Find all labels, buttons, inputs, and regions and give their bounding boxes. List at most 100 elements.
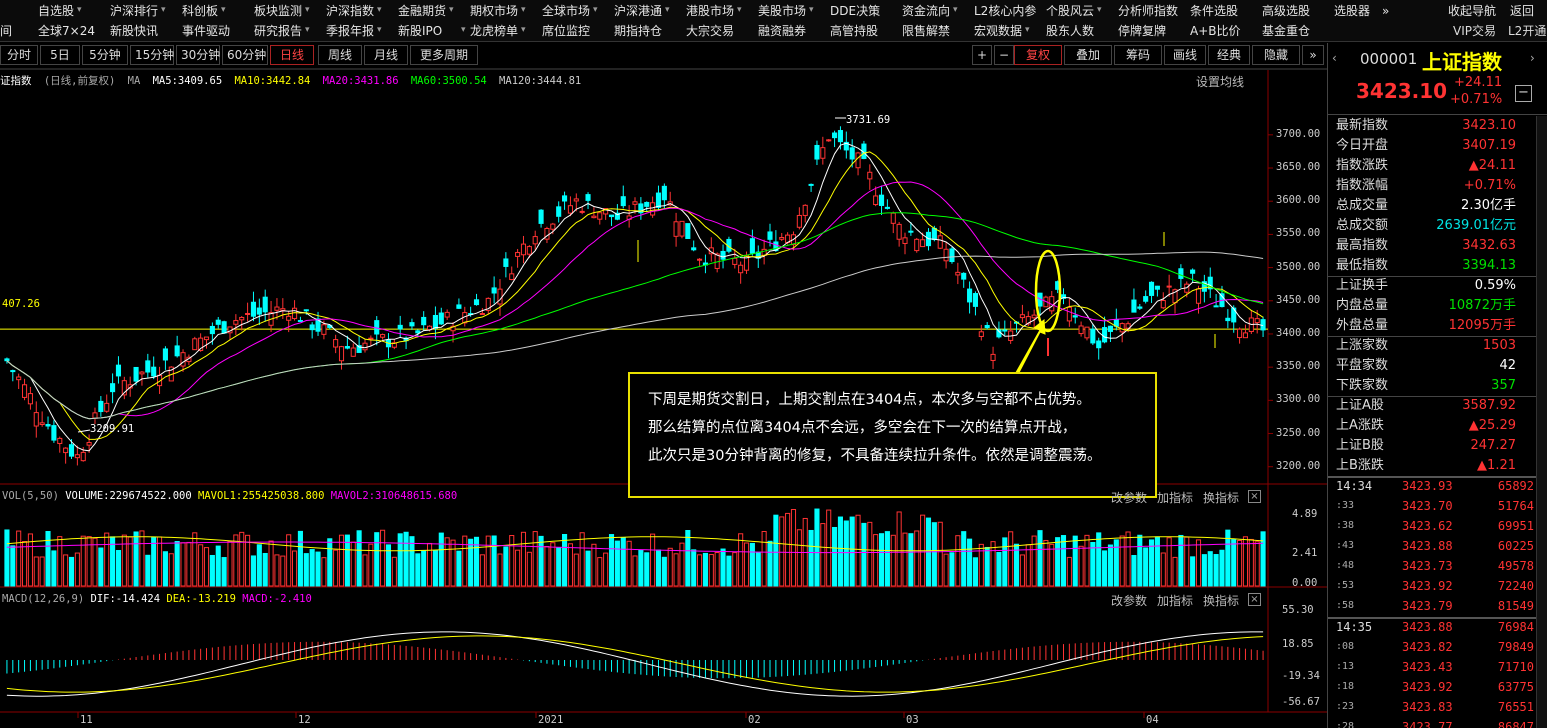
tick-price: 3423.93 [1402,479,1453,493]
volume-add-indicator-button[interactable]: 加指标 [1157,489,1193,506]
candle-body [597,212,603,220]
volume-bar [479,554,485,587]
volume-bar [1178,534,1184,587]
candle-body [1178,268,1184,279]
volume-close-icon[interactable]: × [1248,490,1261,503]
volume-bar [115,550,122,587]
volume-bar [867,521,873,587]
candle-body [215,319,221,325]
candle-body [380,334,386,338]
volume-bar [1154,536,1160,587]
candle-body [1072,315,1078,318]
divider [1328,276,1536,277]
macd-axis-label: 55.30 [1282,604,1314,616]
volume-bar [391,556,397,587]
volume-bar [327,538,333,587]
nav-item-18[interactable]: 选股器 [1334,1,1370,21]
candle-body [180,352,186,367]
volume-bar [597,557,603,587]
volume-edit-params-button[interactable]: 改参数 [1111,489,1147,506]
candle-body [1066,306,1072,322]
quote-row: 上B涨跌 ▲1.21 [1328,456,1516,476]
chevron-right-icon[interactable]: › [1530,51,1535,65]
volume-bar [432,549,438,587]
price-tick-label: 3500.00 [1276,260,1321,273]
volume-bar [51,550,57,587]
chevron-left-icon[interactable]: ‹ [1332,51,1337,65]
minimize-icon[interactable]: − [1515,85,1532,102]
candle-body [738,264,744,274]
vip-trade-link[interactable]: VIP交易 [1453,21,1496,41]
price-tick-label: 3650.00 [1276,161,1321,174]
macd-axis-label: 18.85 [1282,638,1314,650]
quote-row: 总成交量 2.30亿手 [1328,196,1516,216]
volume-bar [702,552,708,587]
quote-row: 总成交额 2639.01亿元 [1328,216,1516,236]
volume-bar [931,522,937,587]
candle-body [896,223,902,240]
volume-bar [33,556,39,587]
volume-bar [309,549,315,587]
candle-body [1195,288,1202,304]
quote-scrollbar[interactable] [1536,116,1547,728]
tick-row: :53 3423.92 72240 [1328,576,1538,596]
candle-body [767,231,773,240]
candle-body [1078,325,1084,335]
back-button[interactable]: 返回 [1510,1,1534,21]
volume-bar [1049,543,1055,587]
quote-row: 上涨家数 1503 [1328,336,1516,356]
candle-body [567,205,573,214]
candle-body [562,195,568,202]
volume-bar [1107,544,1114,587]
candle-body [644,201,650,207]
candle-body [526,246,532,255]
volume-swap-indicator-button[interactable]: 换指标 [1203,489,1239,506]
candle-body [984,325,990,329]
tick-row: 14:35 3423.88 76984 [1328,617,1538,637]
quote-row-value: 3394.13 [1462,258,1516,273]
quote-row-label: 外盘总量 [1336,318,1389,333]
candle-body [556,206,562,217]
candle-body [115,364,122,377]
volume-bar [896,511,902,587]
volume-bar [198,544,204,587]
macd-edit-params-button[interactable]: 改参数 [1111,592,1147,609]
nav-item-19[interactable]: » [1382,1,1389,21]
tick-time: 14:34 [1336,479,1373,493]
volume-bar [526,551,532,587]
tick-price: 3423.79 [1402,599,1453,613]
l2-open-link[interactable]: L2开通 [1508,21,1546,41]
price-change: +24.11 [1454,75,1503,90]
volume-bar [556,547,562,587]
candle-body [1160,300,1166,309]
volume-bar [374,532,380,587]
volume-bar [1060,535,1067,587]
tick-price: 3423.82 [1402,640,1453,654]
volume-bar [679,542,685,587]
volume-bar [1207,551,1213,587]
macd-swap-indicator-button[interactable]: 换指标 [1203,592,1239,609]
macd-close-icon[interactable]: × [1248,593,1261,606]
quote-row: 上证B股 247.27 [1328,436,1516,456]
volume-bar [239,531,245,587]
candle-body [591,215,597,219]
volume-bar [1148,539,1155,587]
volume-bar [1172,556,1178,587]
volume-bar [227,540,233,587]
quote-row-value: 2.30亿手 [1461,198,1516,213]
volume-bar [902,532,908,587]
macd-add-indicator-button[interactable]: 加指标 [1157,592,1193,609]
candle-body [409,322,415,327]
tick-price: 3423.92 [1402,579,1453,593]
kline-chart[interactable] [0,0,1327,728]
tick-time: 14:35 [1336,620,1373,634]
volume-bar [908,533,914,587]
volume-bar [86,536,92,587]
volume-bar [397,533,403,587]
quote-row-value: 3587.92 [1462,398,1516,413]
collapse-nav-button[interactable]: 收起导航 [1448,1,1496,21]
candle-body [497,288,503,305]
tick-time: :23 [1336,701,1355,712]
volume-bar [139,530,145,587]
macd-header: MACD(12,26,9) DIF:-14.424 DEA:-13.219 MA… [2,593,312,605]
